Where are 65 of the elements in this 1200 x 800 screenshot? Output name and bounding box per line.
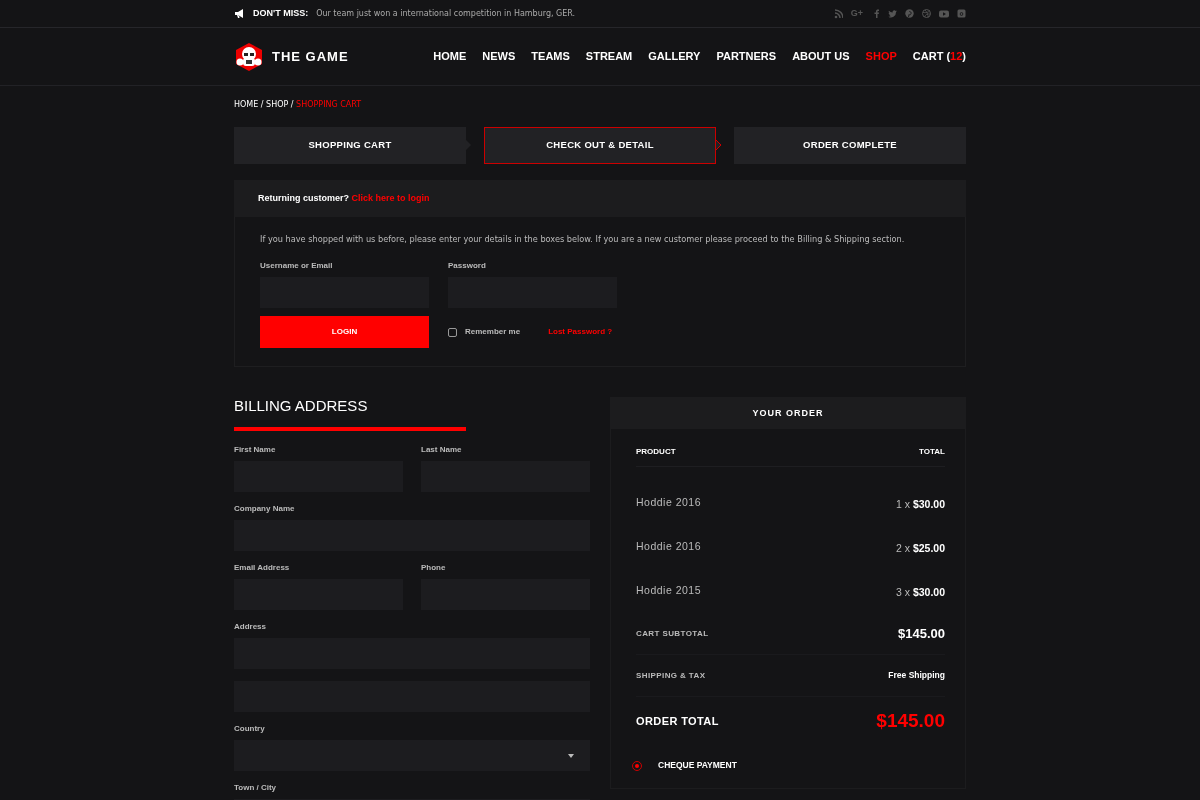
total-label: CART SUBTOTAL — [636, 627, 709, 640]
field-label: Phone — [421, 563, 447, 574]
nav-link[interactable]: NEWS — [482, 48, 516, 65]
total-value: $145.00 — [898, 625, 945, 644]
field-label: Username or Email — [260, 261, 334, 272]
field-label: First Name — [234, 445, 277, 456]
nav-link[interactable]: GALLERY — [648, 48, 701, 65]
field-label: Password — [448, 261, 487, 272]
returning-customer-text: Returning customer? Click here to login — [258, 191, 430, 205]
logo-icon — [234, 41, 264, 72]
nav-link[interactable]: ABOUT US — [792, 48, 850, 65]
rss-icon[interactable] — [833, 8, 843, 19]
news-ticker-text: Our team just won a international competition in Hamburg, GER. — [316, 7, 576, 20]
youtube-icon[interactable] — [939, 8, 949, 19]
breadcrumb-link[interactable]: SHOPPING CART — [296, 100, 362, 109]
brand-name: THE GAME — [272, 47, 349, 66]
field-label: Company Name — [234, 504, 296, 515]
product-name: Hoddie 2016 — [636, 495, 702, 511]
step-arrow-icon — [715, 139, 722, 151]
instagram-icon[interactable] — [957, 8, 966, 19]
field-label: Email Address — [234, 563, 291, 574]
checkbox[interactable] — [448, 327, 457, 337]
column-header: PRODUCT — [636, 446, 676, 459]
nav-link[interactable]: CART (12) — [912, 48, 966, 65]
field-label: Last Name — [421, 445, 463, 456]
label: DON'T MISS: — [253, 6, 309, 20]
dropdown-field[interactable] — [234, 740, 590, 772]
panel-header: YOUR ORDER — [610, 397, 966, 430]
total-label: SHIPPING & TAX — [636, 669, 706, 682]
step-tab[interactable]: SHOPPING CART — [234, 127, 466, 164]
total-label: ORDER TOTAL — [636, 714, 719, 730]
line-total: 1 x $30.00 — [895, 497, 945, 513]
breadcrumb-link[interactable]: HOME — [234, 100, 259, 109]
field-label: Country — [234, 724, 266, 735]
line-total: 2 x $25.00 — [895, 541, 945, 557]
login-link[interactable]: Click here to login — [351, 192, 430, 203]
intro-text: If you have shopped with us before, please enter your details in the boxes below. If you are a new customer please proceed to the Billing & Shipping section. — [260, 233, 906, 246]
ball-icon[interactable] — [922, 8, 931, 19]
column-header: TOTAL — [919, 446, 945, 459]
total-value: $145.00 — [876, 709, 945, 734]
line-total: 3 x $30.00 — [895, 585, 945, 601]
breadcrumb-separator: / — [290, 100, 294, 109]
breadcrumb-link[interactable]: SHOP — [266, 100, 289, 109]
twitter-icon[interactable] — [888, 8, 897, 19]
forgot-password-link[interactable]: Lost Password ? — [548, 326, 613, 339]
login-button[interactable]: LOGIN — [260, 316, 429, 349]
product-name: Hoddie 2016 — [636, 539, 702, 555]
product-name: Hoddie 2015 — [636, 583, 702, 599]
checkbox-label: Remember me — [465, 326, 521, 339]
megaphone-icon — [234, 9, 245, 18]
nav-link[interactable]: TEAMS — [531, 48, 570, 65]
step-tab[interactable]: ORDER COMPLETE — [734, 127, 966, 164]
field-label: Address — [234, 622, 267, 633]
total-value: Free Shipping — [888, 669, 945, 683]
section-heading: BILLING ADDRESS — [234, 397, 369, 416]
nav-link[interactable]: PARTNERS — [716, 48, 777, 65]
field-label: Town / City — [234, 783, 278, 794]
caret-icon — [568, 753, 574, 758]
payment-option-label: CHEQUE PAYMENT — [658, 759, 737, 773]
nav-link[interactable]: HOME — [433, 48, 467, 65]
nav-link[interactable]: SHOP — [865, 48, 897, 65]
step-tab[interactable]: CHECK OUT & DETAIL — [484, 127, 716, 164]
breadcrumb-separator: / — [260, 100, 264, 109]
nav-link[interactable]: STREAM — [585, 48, 633, 65]
pinterest-icon[interactable] — [905, 8, 914, 19]
